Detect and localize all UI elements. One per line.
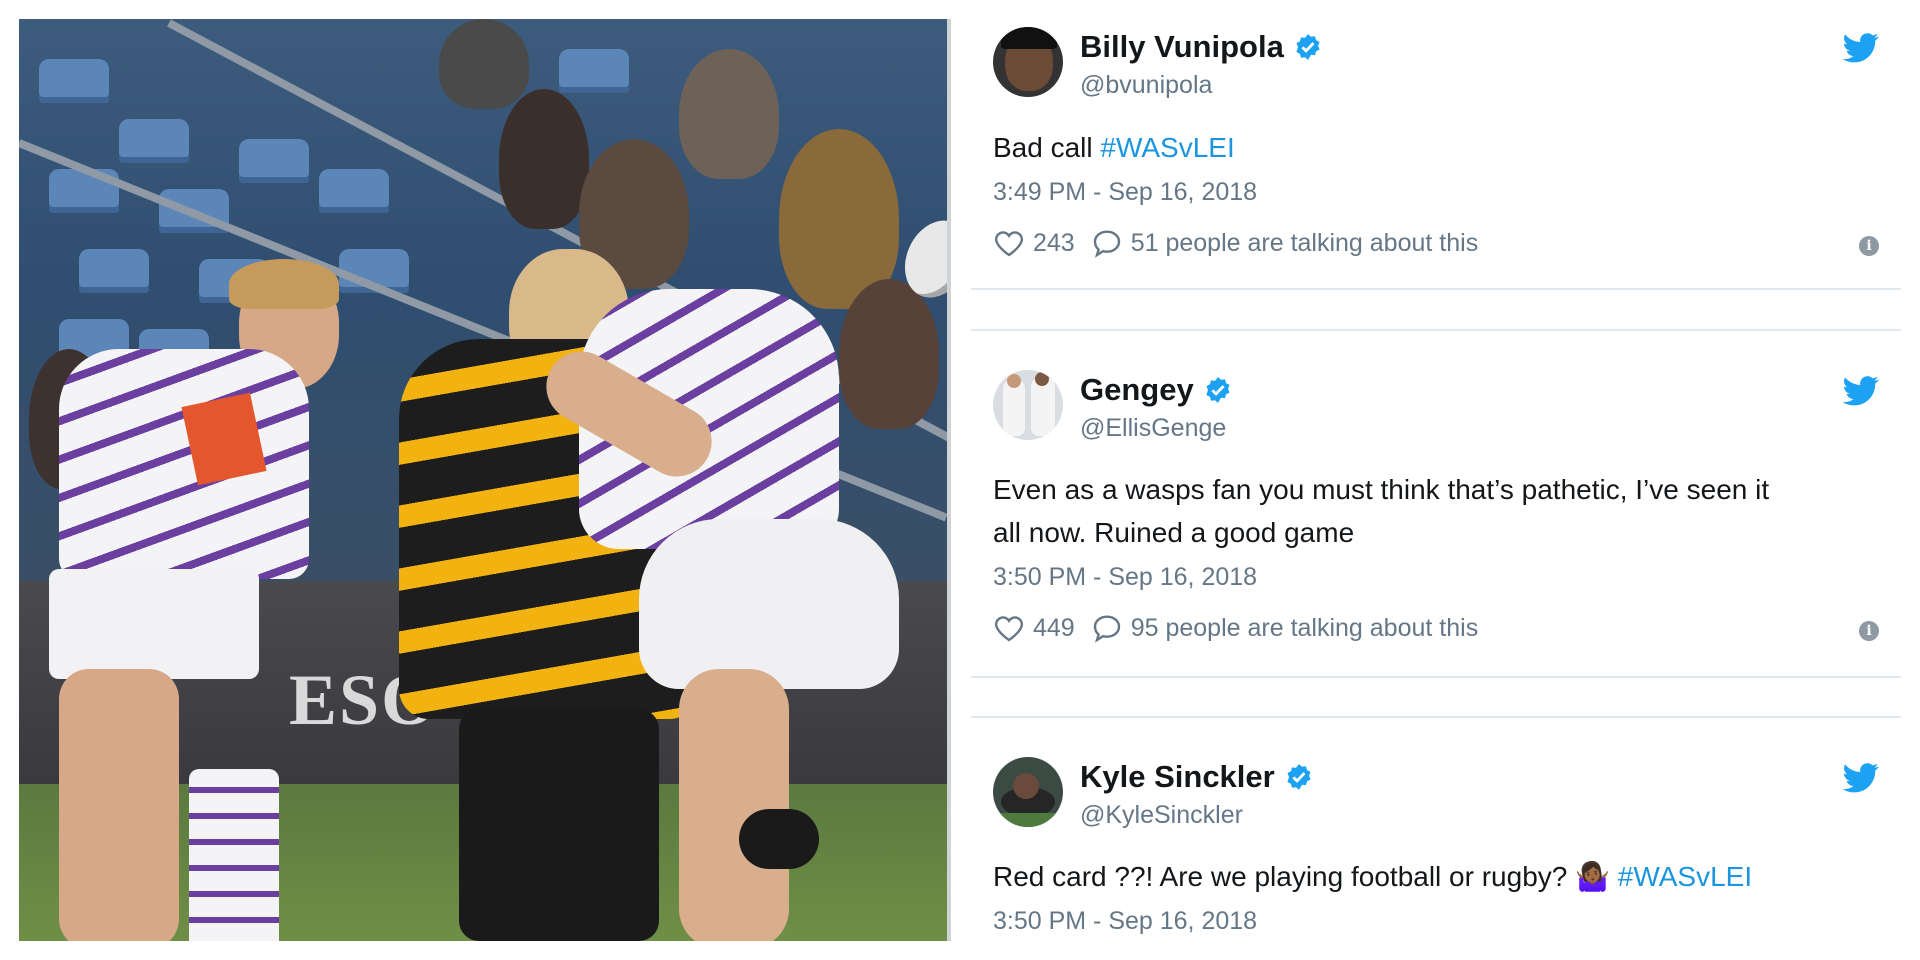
info-icon[interactable]: i [1859, 621, 1879, 641]
tweet-text-body: Bad call [993, 132, 1101, 163]
talking-about-text[interactable]: 95 people are talking about this [1131, 614, 1478, 643]
talking-about-text[interactable]: 51 people are talking about this [1131, 229, 1478, 258]
tweet-actions: 243 51 people are talking about this [993, 227, 1478, 259]
twitter-bird-icon[interactable] [1843, 33, 1879, 63]
verified-badge-icon [1206, 377, 1230, 403]
tweet-separator [971, 676, 1901, 678]
avatar[interactable] [993, 757, 1063, 827]
tweet-text-line-1: Even as a wasps fan you must think that’… [993, 474, 1770, 505]
verified-badge-icon [1287, 764, 1311, 790]
heart-icon[interactable] [993, 227, 1025, 259]
handle[interactable]: @KyleSinckler [1080, 801, 1243, 830]
heart-icon[interactable] [993, 612, 1025, 644]
timestamp[interactable]: 3:50 PM - Sep 16, 2018 [993, 563, 1257, 592]
handle[interactable]: @bvunipola [1080, 71, 1212, 100]
tweet-separator [971, 716, 1901, 718]
avatar[interactable] [993, 370, 1063, 440]
display-name[interactable]: Billy Vunipola [1080, 29, 1284, 65]
display-name[interactable]: Kyle Sinckler [1080, 759, 1275, 795]
page: ESO Billy Vunipola @bvunipola Bad call #… [0, 0, 1920, 960]
comment-icon[interactable] [1091, 612, 1123, 644]
tweet-text-line-2: all now. Ruined a good game [993, 517, 1355, 548]
tweet-actions: 449 95 people are talking about this [993, 612, 1478, 644]
display-name[interactable]: Gengey [1080, 372, 1194, 408]
twitter-bird-icon[interactable] [1843, 376, 1879, 406]
tweet-text: Red card ??! Are we playing football or … [993, 855, 1873, 898]
tweet-card-3[interactable]: Kyle Sinckler @KyleSinckler Red card ??!… [971, 757, 1901, 960]
tweet-text: Even as a wasps fan you must think that’… [993, 468, 1873, 554]
info-icon[interactable]: i [1859, 236, 1879, 256]
comment-icon[interactable] [1091, 227, 1123, 259]
timestamp[interactable]: 3:49 PM - Sep 16, 2018 [993, 178, 1257, 207]
tweet-card-1[interactable]: Billy Vunipola @bvunipola Bad call #WASv… [971, 27, 1901, 267]
panel-divider [947, 19, 951, 941]
hashtag-link[interactable]: #WASvLEI [1100, 132, 1234, 163]
player-left [39, 259, 339, 941]
tweet-text-body: Red card ??! Are we playing football or … [993, 861, 1576, 892]
tweet-separator [971, 288, 1901, 290]
handle[interactable]: @EllisGenge [1080, 414, 1226, 443]
hashtag-link[interactable]: #WASvLEI [1618, 861, 1752, 892]
tweet-separator [971, 329, 1901, 331]
like-count[interactable]: 243 [1033, 229, 1075, 258]
like-count[interactable]: 449 [1033, 614, 1075, 643]
tweet-text: Bad call #WASvLEI [993, 126, 1873, 169]
tweets-panel: Billy Vunipola @bvunipola Bad call #WASv… [971, 0, 1901, 960]
avatar[interactable] [993, 27, 1063, 97]
verified-badge-icon [1296, 34, 1320, 60]
tweet-card-2[interactable]: Gengey @EllisGenge Even as a wasps fan y… [971, 370, 1901, 660]
shrug-emoji: 🤷🏾‍♀️ [1575, 861, 1610, 892]
player-tackler [533, 249, 909, 941]
timestamp[interactable]: 3:50 PM - Sep 16, 2018 [993, 907, 1257, 936]
twitter-bird-icon[interactable] [1843, 763, 1879, 793]
rugby-tackle-photo: ESO [19, 19, 947, 941]
